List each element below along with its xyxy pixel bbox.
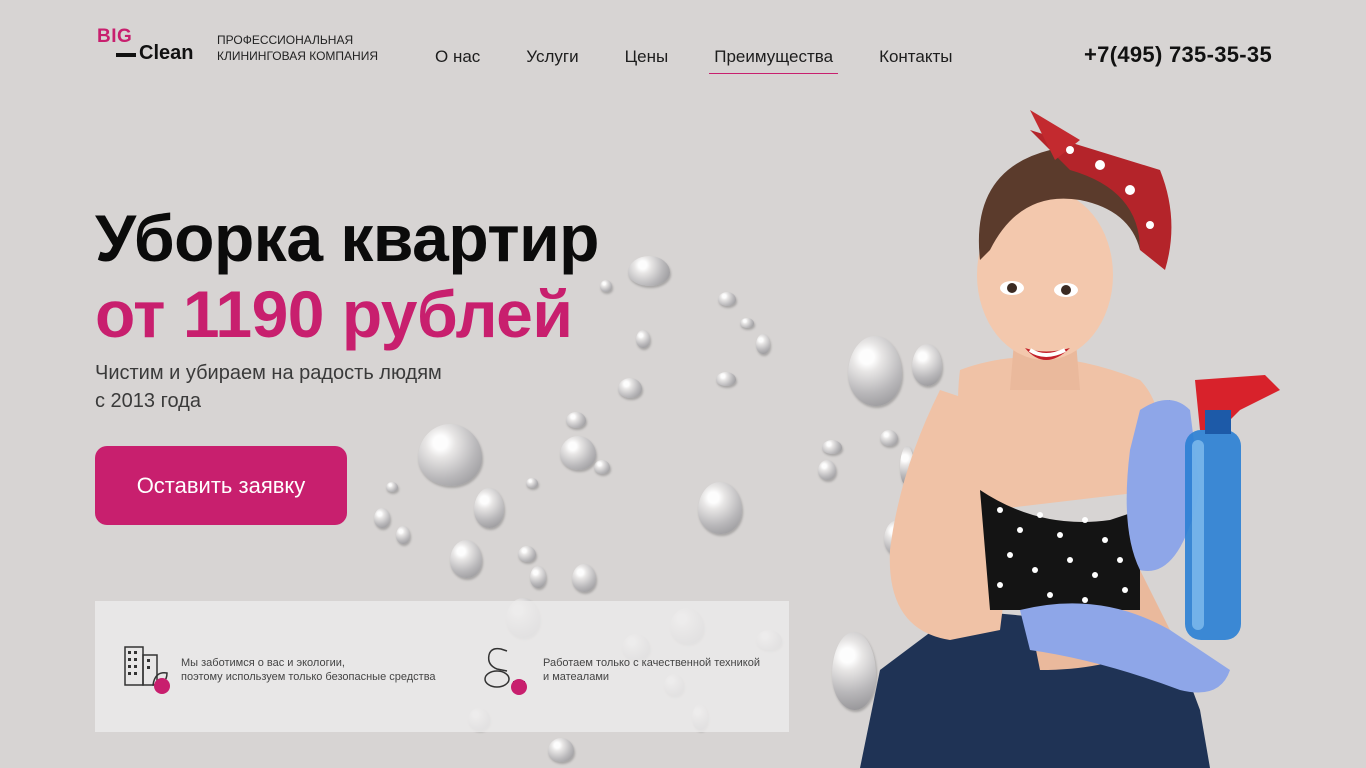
droplet: [374, 508, 390, 528]
hero-subtitle-line2: с 2013 года: [95, 390, 201, 412]
droplet: [636, 330, 650, 348]
nav-item-contacts[interactable]: Контакты: [874, 44, 957, 74]
droplet: [572, 564, 596, 592]
droplet: [518, 546, 536, 562]
feature-eco-text: Мы заботимся о вас и экологии, поэтому и…: [181, 656, 436, 684]
logo-big-text: BIG: [97, 26, 133, 47]
landing-page: BIG Clean ПРОФЕССИОНАЛЬНАЯ КЛИНИНГОВАЯ К…: [0, 0, 1366, 768]
droplet: [594, 460, 610, 474]
droplet: [526, 478, 538, 488]
eco-building-icon: [121, 641, 173, 695]
logo-dash: [116, 53, 136, 57]
vacuum-cleaner-icon: [483, 641, 535, 695]
company-tagline: ПРОФЕССИОНАЛЬНАЯ КЛИНИНГОВАЯ КОМПАНИЯ: [217, 32, 378, 64]
feature-equipment-text: Работаем только с качественной техникой …: [543, 656, 760, 684]
droplet: [386, 482, 398, 492]
hero-title: Уборка квартир: [95, 201, 599, 275]
main-nav: О нас Услуги Цены Преимущества Контакты: [430, 44, 994, 74]
droplet: [718, 292, 736, 306]
droplet: [600, 280, 612, 292]
droplet: [450, 540, 482, 578]
logo[interactable]: BIG Clean: [97, 26, 207, 66]
droplet: [716, 372, 736, 386]
droplet: [530, 566, 546, 588]
hero-price: от 1190 рублей: [95, 277, 573, 351]
hero-subtitle-line1: Чистим и убираем на радость людям: [95, 362, 442, 384]
woman-with-spray-illustration: [860, 110, 1280, 768]
nav-item-advantages[interactable]: Преимущества: [709, 44, 839, 74]
feature-equipment-line1: Работаем только с качественной техникой: [543, 657, 760, 669]
droplet: [560, 436, 596, 470]
droplet: [698, 482, 742, 534]
droplet: [756, 334, 770, 354]
droplet: [548, 738, 574, 762]
hero-subtitle: Чистим и убираем на радость людям с 2013…: [95, 359, 442, 415]
feature-eco: Мы заботимся о вас и экологии, поэтому и…: [121, 641, 436, 695]
droplet: [418, 424, 482, 486]
feature-equipment: Работаем только с качественной техникой …: [483, 641, 760, 695]
tagline-line1: ПРОФЕССИОНАЛЬНАЯ: [217, 33, 354, 47]
leave-request-button[interactable]: Оставить заявку: [95, 446, 347, 525]
droplet: [740, 318, 754, 328]
feature-equipment-line2: и матеалами: [543, 671, 610, 683]
tagline-line2: КЛИНИНГОВАЯ КОМПАНИЯ: [217, 49, 378, 63]
droplet: [628, 256, 670, 286]
droplet: [396, 526, 410, 544]
droplet: [818, 460, 836, 480]
features-panel: Мы заботимся о вас и экологии, поэтому и…: [95, 601, 789, 732]
droplet: [566, 412, 586, 428]
droplet: [822, 440, 842, 454]
logo-clean-text: Clean: [139, 42, 194, 64]
droplet: [474, 488, 504, 528]
feature-eco-line1: Мы заботимся о вас и экологии,: [181, 657, 345, 669]
phone-number[interactable]: +7(495) 735-35-35: [1084, 42, 1272, 68]
droplet: [618, 378, 642, 398]
nav-item-services[interactable]: Услуги: [521, 44, 583, 74]
feature-eco-line2: поэтому используем только безопасные сре…: [181, 671, 436, 683]
nav-item-prices[interactable]: Цены: [620, 44, 674, 74]
nav-item-about[interactable]: О нас: [430, 44, 485, 74]
